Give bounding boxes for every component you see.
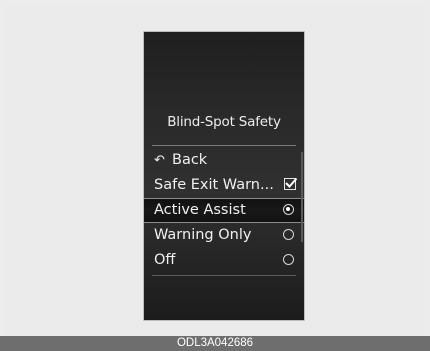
back-arrow-icon: ↶: [154, 153, 165, 168]
radio-selected-icon[interactable]: [283, 204, 294, 215]
menu-title: Blind-Spot Safety: [167, 114, 281, 130]
menu-item-safe-exit-warning[interactable]: Safe Exit Warn...: [144, 173, 304, 198]
illustration-frame: Blind-Spot Safety ↶ Back Safe Exit Warn..…: [5, 5, 425, 336]
title-divider: [152, 145, 296, 146]
menu-item-warning-only[interactable]: Warning Only: [144, 223, 304, 248]
image-code: ODL3A042686: [176, 337, 254, 349]
menu-item-label: Active Assist: [154, 202, 246, 218]
back-menu-item[interactable]: ↶ Back: [144, 148, 304, 173]
menu-item-label: Off: [154, 252, 176, 268]
back-label: Back: [172, 152, 208, 168]
radio-unselected-icon[interactable]: [283, 229, 294, 240]
checkbox-checked-icon[interactable]: [284, 177, 298, 190]
menu-item-label: Warning Only: [154, 227, 252, 243]
scrollbar[interactable]: [301, 152, 303, 242]
settings-menu: ↶ Back Safe Exit Warn... Active Assist Wa…: [144, 148, 304, 273]
menu-item-active-assist[interactable]: Active Assist: [144, 198, 304, 223]
menu-item-off[interactable]: Off: [144, 248, 304, 273]
radio-unselected-icon[interactable]: [283, 254, 294, 265]
cluster-display: Blind-Spot Safety ↶ Back Safe Exit Warn..…: [144, 32, 304, 320]
caption-bar: ODL3A042686: [0, 336, 430, 351]
menu-item-label: Safe Exit Warn...: [154, 177, 274, 193]
bottom-divider: [152, 275, 296, 276]
checkmark-icon: [285, 177, 298, 188]
